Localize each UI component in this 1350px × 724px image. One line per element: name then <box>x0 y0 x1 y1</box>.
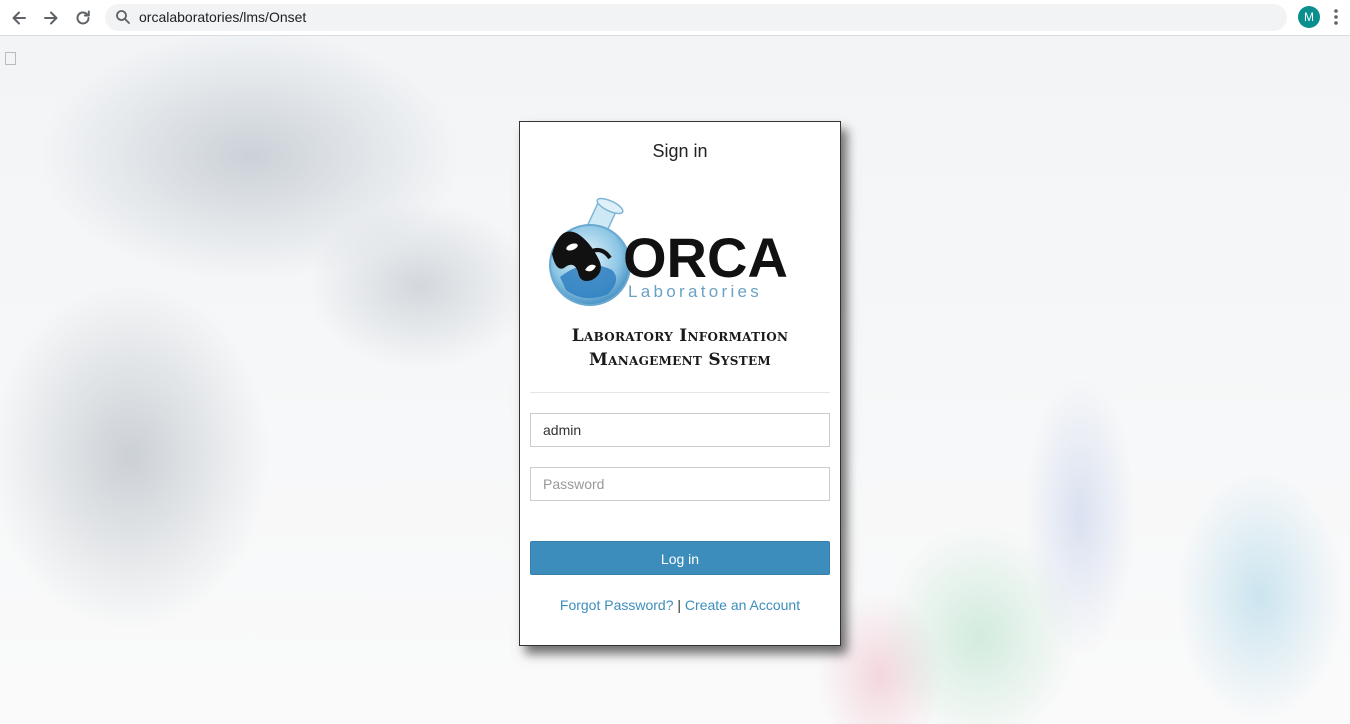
url-text: orcalaboratories/lms/Onset <box>139 9 307 25</box>
system-title-line1: Laboratory Information <box>571 326 789 346</box>
account-links: Forgot Password? | Create an Account <box>520 597 840 613</box>
browser-toolbar: orcalaboratories/lms/Onset M <box>0 0 1350 36</box>
logo-subbrand-text: Laboratories <box>628 282 762 301</box>
profile-avatar[interactable]: M <box>1298 6 1320 28</box>
system-title: Laboratory Information Management System <box>530 324 830 372</box>
missing-glyph-icon <box>5 52 16 65</box>
username-field[interactable] <box>530 413 830 447</box>
arrow-left-icon <box>12 11 26 25</box>
create-account-link[interactable]: Create an Account <box>685 597 800 613</box>
back-button[interactable] <box>7 6 31 30</box>
password-input[interactable] <box>531 468 829 500</box>
divider <box>530 392 830 393</box>
orca-flask-logo-icon: ORCA Laboratories <box>549 197 788 306</box>
orca-logo: ORCA Laboratories Laboratory Information… <box>530 162 830 392</box>
system-title-line2: Management System <box>588 350 772 370</box>
logo-brand-text: ORCA <box>623 226 788 289</box>
password-field[interactable] <box>530 467 830 501</box>
address-bar[interactable]: orcalaboratories/lms/Onset <box>105 4 1287 31</box>
arrow-right-icon <box>44 11 58 25</box>
username-input[interactable] <box>531 414 829 446</box>
link-separator: | <box>677 597 682 613</box>
sign-in-title: Sign in <box>652 141 708 161</box>
login-button[interactable]: Log in <box>530 541 830 575</box>
login-card: Sign in ORCA Laboratories Laboratory Inf… <box>519 121 841 646</box>
forward-button[interactable] <box>39 6 63 30</box>
forgot-password-link[interactable]: Forgot Password? <box>560 597 674 613</box>
search-icon <box>116 10 130 24</box>
reload-button[interactable] <box>71 6 95 30</box>
kebab-menu-icon[interactable] <box>1333 8 1339 26</box>
reload-icon <box>76 10 90 25</box>
